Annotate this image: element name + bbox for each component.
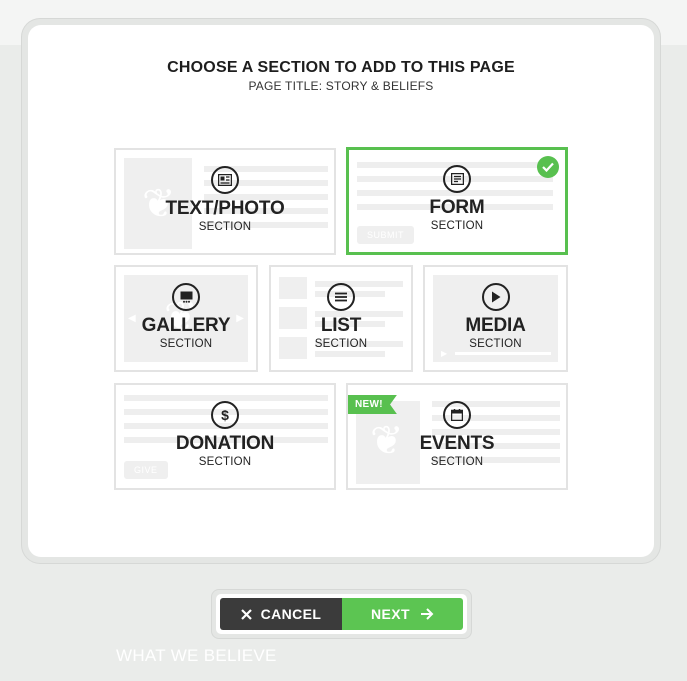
dollar-icon: $ <box>211 401 239 429</box>
section-card-form[interactable]: SUBMIT FORM SECTION <box>346 147 568 255</box>
close-icon <box>240 608 252 620</box>
section-chooser-modal: CHOOSE A SECTION TO ADD TO THIS PAGE PAG… <box>22 19 660 563</box>
modal-actions-inner: CANCEL NEXT <box>216 594 467 634</box>
text-photo-icon <box>211 166 239 194</box>
card-title: EVENTS <box>419 433 495 454</box>
section-card-gallery[interactable]: ❦ ◀ ▶ GALLERY SECTION <box>114 265 258 372</box>
card-subtitle: SECTION <box>430 220 484 232</box>
modal-subtitle: PAGE TITLE: STORY & BELIEFS <box>248 79 434 93</box>
card-title: LIST <box>320 315 362 336</box>
calendar-icon <box>443 401 471 429</box>
card-subtitle: SECTION <box>469 338 522 350</box>
card-title: FORM <box>429 197 485 218</box>
section-card-media[interactable]: ▶ MEDIA SECTION <box>423 265 568 372</box>
card-subtitle: SECTION <box>198 221 252 233</box>
card-title: TEXT/PHOTO <box>165 198 285 219</box>
modal-actions: CANCEL NEXT <box>212 590 471 638</box>
next-button[interactable]: NEXT <box>342 598 463 630</box>
play-icon <box>481 283 510 311</box>
section-card-events[interactable]: ❦ NEW! EVENTS SECTION <box>346 383 568 490</box>
list-icon <box>327 283 355 311</box>
card-title: GALLERY <box>141 315 231 336</box>
form-icon <box>443 165 471 193</box>
background-heading: WHAT WE BELIEVE <box>116 646 277 665</box>
section-card-donation[interactable]: GIVE $ DONATION SECTION <box>114 383 336 490</box>
card-title: MEDIA <box>465 315 526 336</box>
new-badge: NEW! <box>348 395 397 414</box>
modal-title: CHOOSE A SECTION TO ADD TO THIS PAGE <box>167 59 515 76</box>
card-subtitle: SECTION <box>430 456 484 468</box>
thumbnail-play-icon: ▶ <box>441 349 448 358</box>
thumbnail-progress-bar <box>455 352 551 355</box>
card-subtitle: SECTION <box>159 338 213 350</box>
selected-check-icon <box>537 156 559 178</box>
gallery-icon <box>172 283 200 311</box>
cancel-button[interactable]: CANCEL <box>220 598 342 630</box>
card-subtitle: SECTION <box>198 456 252 468</box>
modal-body: CHOOSE A SECTION TO ADD TO THIS PAGE PAG… <box>28 25 654 557</box>
section-card-list[interactable]: LIST SECTION <box>269 265 413 372</box>
cancel-button-label: CANCEL <box>260 606 322 622</box>
arrow-right-icon <box>420 608 434 620</box>
card-title: DONATION <box>175 433 275 454</box>
card-subtitle: SECTION <box>314 338 368 350</box>
next-button-label: NEXT <box>371 606 410 622</box>
section-card-text-photo[interactable]: ❦ TEXT/PHOTO SECTION <box>114 148 336 255</box>
